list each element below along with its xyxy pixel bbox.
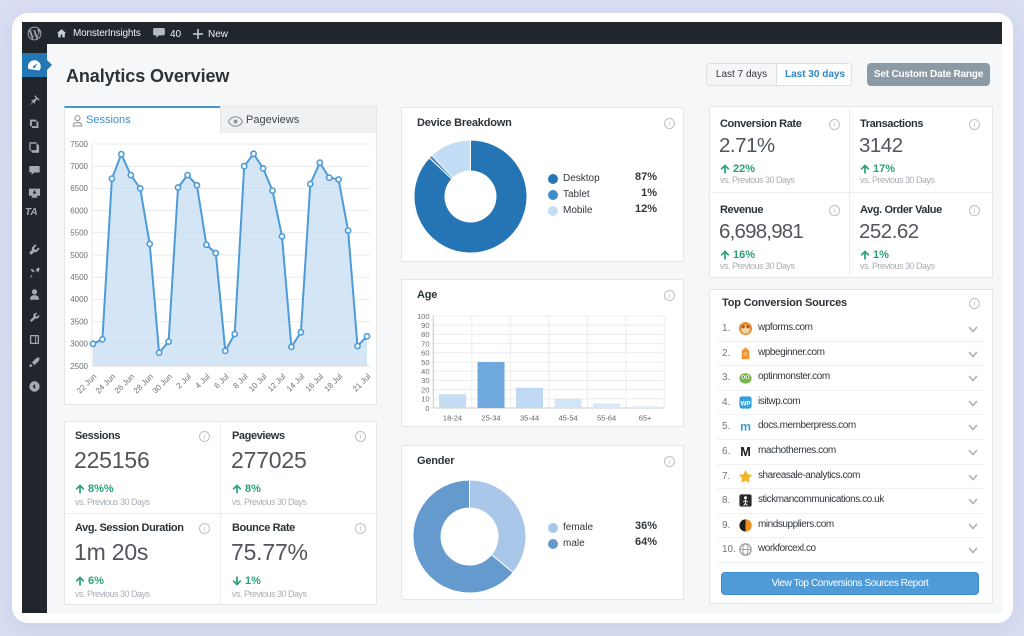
svg-text:4500: 4500: [70, 273, 88, 282]
svg-text:40: 40: [421, 367, 429, 376]
svg-text:30 Jun: 30 Jun: [151, 372, 174, 395]
svg-text:80: 80: [421, 330, 429, 339]
svg-text:4000: 4000: [70, 295, 88, 304]
svg-text:60: 60: [421, 349, 429, 358]
svg-text:30: 30: [421, 376, 429, 385]
svg-text:2 Jul: 2 Jul: [175, 372, 193, 390]
svg-text:100: 100: [417, 312, 430, 321]
svg-text:70: 70: [421, 339, 429, 348]
svg-text:50: 50: [421, 358, 429, 367]
svg-text:10 Jul: 10 Jul: [247, 372, 269, 394]
svg-text:6 Jul: 6 Jul: [212, 372, 230, 390]
svg-text:7500: 7500: [70, 140, 88, 149]
svg-text:M: M: [740, 445, 751, 459]
svg-text:24 Jun: 24 Jun: [94, 372, 117, 395]
svg-text:2500: 2500: [70, 362, 88, 371]
svg-text:0: 0: [425, 404, 429, 413]
svg-text:16 Jul: 16 Jul: [304, 372, 326, 394]
svg-text:18 Jul: 18 Jul: [323, 372, 345, 394]
svg-text:26 Jun: 26 Jun: [113, 372, 136, 395]
svg-text:7000: 7000: [70, 162, 88, 171]
svg-text:21 Jul: 21 Jul: [351, 372, 373, 394]
svg-text:6500: 6500: [70, 184, 88, 193]
svg-text:25-34: 25-34: [481, 414, 500, 423]
svg-text:22 Jun: 22 Jun: [75, 372, 98, 395]
svg-text:20: 20: [421, 385, 429, 394]
svg-text:3500: 3500: [70, 317, 88, 326]
svg-text:18-24: 18-24: [443, 414, 462, 423]
svg-text:3000: 3000: [70, 340, 88, 349]
svg-text:4 Jul: 4 Jul: [193, 372, 211, 390]
svg-text:WP: WP: [741, 400, 751, 407]
svg-text:5000: 5000: [70, 251, 88, 260]
svg-text:90: 90: [421, 321, 429, 330]
svg-text:14 Jul: 14 Jul: [285, 372, 307, 394]
svg-text:45-54: 45-54: [559, 414, 578, 423]
svg-text:5500: 5500: [70, 229, 88, 238]
svg-text:65+: 65+: [639, 414, 652, 423]
svg-text:6000: 6000: [70, 206, 88, 215]
svg-text:12 Jul: 12 Jul: [266, 372, 288, 394]
svg-text:35-44: 35-44: [520, 414, 539, 423]
svg-text:28 Jun: 28 Jun: [132, 372, 155, 395]
svg-text:m: m: [740, 420, 751, 434]
svg-text:55-64: 55-64: [597, 414, 616, 423]
svg-text:10: 10: [421, 395, 429, 404]
